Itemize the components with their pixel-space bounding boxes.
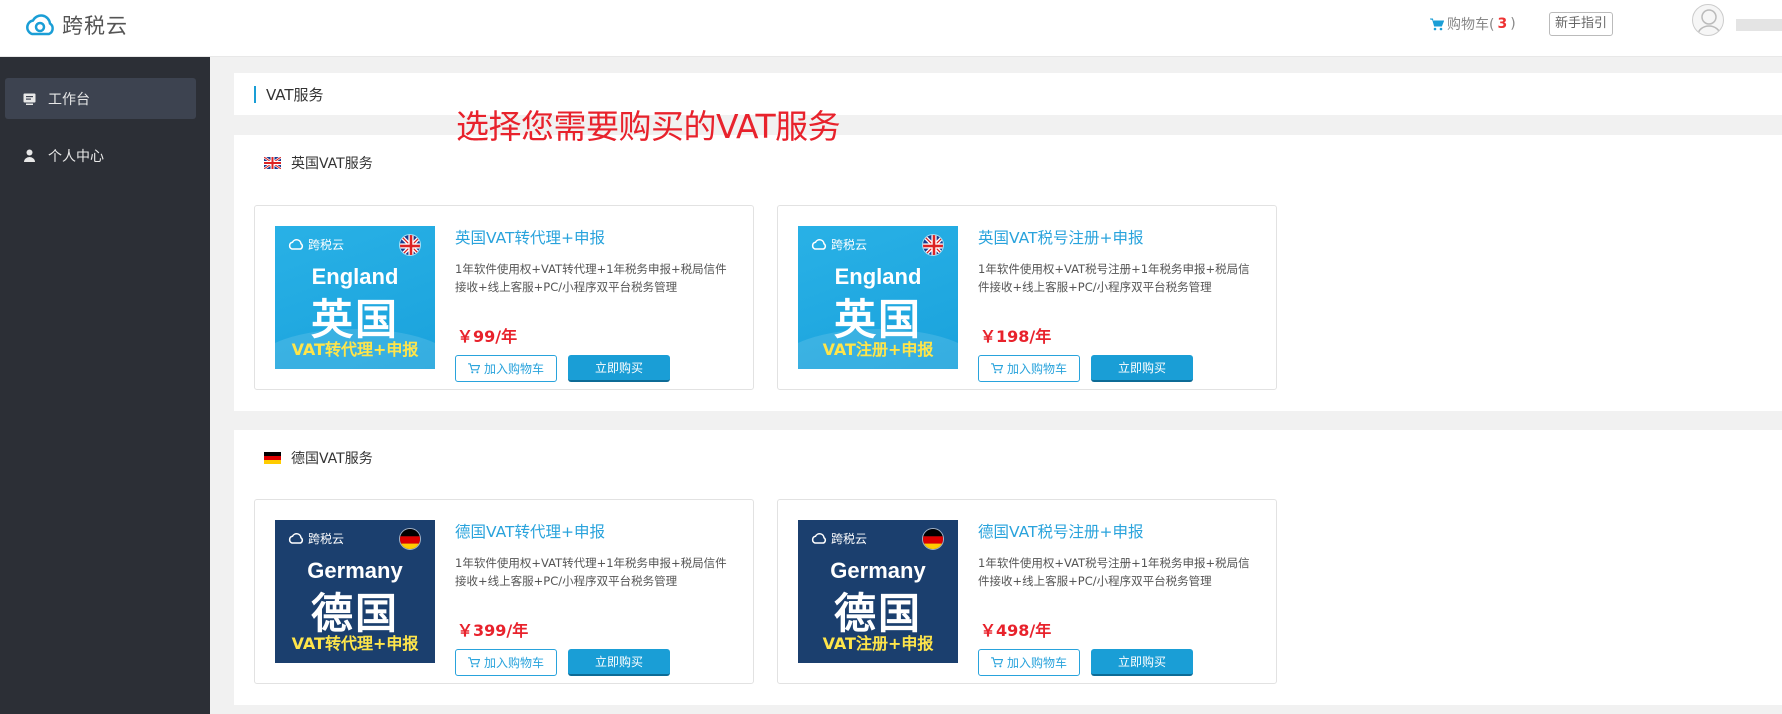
add-to-cart-button[interactable]: 加入购物车 [455, 355, 557, 382]
cart-icon [468, 657, 480, 668]
product-description: 1年软件使用权+VAT税号注册+1年税务申报+税局信件接收+线上客服+PC/小程… [978, 262, 1250, 294]
product-card: 跨税云 England 英国 VAT注册+申报 英国VAT税号注册+申报 1年软… [777, 205, 1277, 390]
thumb-logo-text: 跨税云 [308, 532, 345, 546]
thumb-logo-text: 跨税云 [831, 238, 868, 252]
product-title[interactable]: 德国VAT税号注册+申报 [978, 520, 1143, 542]
add-to-cart-label: 加入购物车 [483, 362, 544, 376]
cart-label: 购物车( [1447, 17, 1495, 33]
thumb-service: VAT注册+申报 [822, 634, 934, 653]
cart-count: 3 [1497, 16, 1508, 32]
add-to-cart-label: 加入购物车 [1006, 362, 1067, 376]
add-to-cart-label: 加入购物车 [1006, 656, 1067, 670]
cloud-logo-icon [26, 14, 54, 36]
product-description: 1年软件使用权+VAT转代理+1年税务申报+税局信件接收+线上客服+PC/小程序… [455, 556, 727, 588]
user-avatar-icon [1697, 9, 1721, 35]
section-uk: 英国VAT服务 跨税云 England 英国 VAT转代理+申报 英国VAT转代… [234, 135, 1782, 411]
instruction-banner: 选择您需要购买的VAT服务 [456, 107, 841, 146]
buy-now-button[interactable]: 立即购买 [1091, 355, 1193, 382]
product-price: ￥399/年 [457, 621, 529, 640]
sidebar: 工作台 个人中心 [0, 57, 210, 714]
add-to-cart-button[interactable]: 加入购物车 [455, 649, 557, 676]
uk-flag-icon [922, 234, 944, 256]
product-card: 跨税云 Germany 德国 VAT转代理+申报 德国VAT转代理+申报 1年软… [254, 499, 754, 684]
cart-icon [468, 363, 480, 374]
avatar[interactable] [1692, 4, 1724, 36]
cart-icon [991, 363, 1003, 374]
uk-flag-icon [399, 234, 421, 256]
product-title[interactable]: 英国VAT转代理+申报 [455, 226, 605, 248]
product-title[interactable]: 英国VAT税号注册+申报 [978, 226, 1143, 248]
section-title: 英国VAT服务 [291, 156, 373, 172]
sidebar-item-workbench[interactable]: 工作台 [5, 78, 196, 119]
product-card: 跨税云 Germany 德国 VAT注册+申报 德国VAT税号注册+申报 1年软… [777, 499, 1277, 684]
cloud-logo-icon [811, 239, 827, 250]
thumb-logo: 跨税云 [810, 530, 867, 547]
section-de: 德国VAT服务 跨税云 Germany 德国 VAT转代理+申报 德国VAT转代… [234, 430, 1782, 705]
cloud-logo-icon [288, 239, 304, 250]
workbench-icon [23, 93, 36, 105]
cloud-logo-icon [288, 533, 304, 544]
product-description: 1年软件使用权+VAT税号注册+1年税务申报+税局信件接收+线上客服+PC/小程… [978, 556, 1250, 588]
uk-flag-icon [264, 157, 281, 169]
thumb-service: VAT转代理+申报 [291, 634, 419, 653]
section-header: 英国VAT服务 [264, 153, 373, 173]
cart-icon [1430, 18, 1444, 30]
product-thumbnail[interactable]: 跨税云 England 英国 VAT注册+申报 [798, 226, 958, 369]
sidebar-item-label: 工作台 [48, 91, 90, 108]
section-title: 德国VAT服务 [291, 451, 373, 467]
thumb-service: VAT注册+申报 [822, 340, 934, 359]
thumb-logo: 跨税云 [287, 530, 344, 547]
product-price: ￥498/年 [980, 621, 1052, 640]
logo[interactable]: 跨税云 [24, 10, 128, 40]
thumb-logo: 跨税云 [810, 236, 867, 253]
thumb-service: VAT转代理+申报 [291, 340, 419, 359]
product-thumbnail[interactable]: 跨税云 Germany 德国 VAT注册+申报 [798, 520, 958, 663]
guide-button[interactable]: 新手指引 [1549, 12, 1613, 36]
de-flag-icon [264, 452, 281, 464]
cart-link[interactable]: 购物车(3) [1430, 14, 1516, 34]
user-name-placeholder[interactable] [1736, 19, 1782, 31]
product-thumbnail[interactable]: 跨税云 England 英国 VAT转代理+申报 [275, 226, 435, 369]
user-icon [24, 149, 35, 162]
section-header: 德国VAT服务 [264, 448, 373, 468]
product-thumbnail[interactable]: 跨税云 Germany 德国 VAT转代理+申报 [275, 520, 435, 663]
product-title[interactable]: 德国VAT转代理+申报 [455, 520, 605, 542]
product-description: 1年软件使用权+VAT转代理+1年税务申报+税局信件接收+线上客服+PC/小程序… [455, 262, 727, 294]
page-title: VAT服务 [266, 86, 324, 104]
title-accent-bar [254, 86, 256, 103]
cloud-logo-icon [811, 533, 827, 544]
sidebar-item-profile[interactable]: 个人中心 [5, 135, 196, 176]
logo-text: 跨税云 [62, 14, 128, 38]
product-price: ￥198/年 [980, 327, 1052, 346]
product-price: ￥99/年 [457, 327, 518, 346]
thumb-logo-text: 跨税云 [308, 238, 345, 252]
add-to-cart-button[interactable]: 加入购物车 [978, 649, 1080, 676]
sidebar-item-label: 个人中心 [48, 148, 104, 165]
add-to-cart-button[interactable]: 加入购物车 [978, 355, 1080, 382]
cart-icon [991, 657, 1003, 668]
de-flag-icon [399, 528, 421, 550]
product-card: 跨税云 England 英国 VAT转代理+申报 英国VAT转代理+申报 1年软… [254, 205, 754, 390]
buy-now-button[interactable]: 立即购买 [568, 649, 670, 676]
top-bar: 跨税云 购物车(3) 新手指引 [0, 0, 1782, 57]
thumb-logo: 跨税云 [287, 236, 344, 253]
buy-now-button[interactable]: 立即购买 [1091, 649, 1193, 676]
add-to-cart-label: 加入购物车 [483, 656, 544, 670]
cart-label-close: ) [1510, 16, 1516, 32]
buy-now-button[interactable]: 立即购买 [568, 355, 670, 382]
thumb-logo-text: 跨税云 [831, 532, 868, 546]
de-flag-icon [922, 528, 944, 550]
